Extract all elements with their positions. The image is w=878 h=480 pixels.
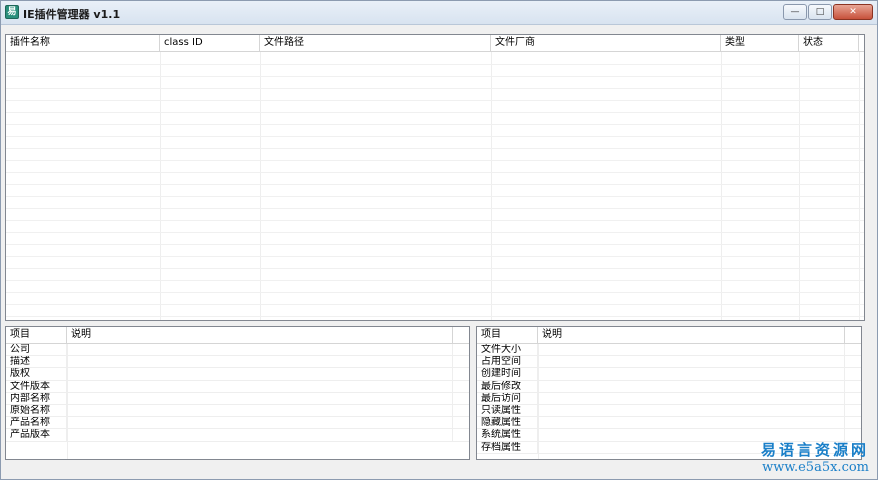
list-item[interactable]: 产品名称 bbox=[6, 417, 469, 430]
item-label: 内部名称 bbox=[6, 392, 67, 404]
column-header-type[interactable]: 类型 bbox=[721, 35, 799, 52]
item-value bbox=[67, 344, 453, 356]
item-label: 最后修改 bbox=[477, 380, 538, 392]
item-label: 只读属性 bbox=[477, 404, 538, 417]
item-label: 隐藏属性 bbox=[477, 417, 538, 429]
window-title: IE插件管理器 v1.1 bbox=[23, 8, 121, 21]
column-header-filler bbox=[453, 327, 469, 344]
item-value bbox=[538, 392, 845, 404]
minimize-button[interactable]: — bbox=[783, 4, 807, 20]
list-item[interactable]: 最后访问 bbox=[477, 392, 861, 405]
plugin-list[interactable]: 插件名称 class ID 文件路径 文件厂商 类型 状态 bbox=[5, 34, 865, 321]
item-label: 原始名称 bbox=[6, 404, 67, 417]
column-header-plugin-name[interactable]: 插件名称 bbox=[6, 35, 160, 52]
column-header-file-path[interactable]: 文件路径 bbox=[260, 35, 491, 52]
maximize-button[interactable]: □ bbox=[808, 4, 832, 20]
column-header-filler bbox=[845, 327, 861, 344]
item-label: 创建时间 bbox=[477, 368, 538, 380]
item-label: 文件版本 bbox=[6, 380, 67, 392]
file-info-list[interactable]: 项目 说明 公司 描述 版权 文件版本 内部名称 原始名称 产品名称 产品版本 bbox=[5, 326, 470, 460]
list-item[interactable]: 原始名称 bbox=[6, 404, 469, 418]
window-controls: — □ ✕ bbox=[782, 4, 873, 20]
watermark-url: www.e5a5x.com bbox=[762, 460, 869, 475]
plugin-list-header: 插件名称 class ID 文件路径 文件厂商 类型 状态 bbox=[6, 35, 864, 52]
list-item[interactable]: 隐藏属性 bbox=[477, 417, 861, 430]
item-value bbox=[67, 404, 453, 417]
list-item[interactable]: 文件大小 bbox=[477, 344, 861, 357]
column-header-item[interactable]: 项目 bbox=[6, 327, 67, 344]
item-label: 产品名称 bbox=[6, 417, 67, 429]
item-label: 产品版本 bbox=[6, 429, 67, 441]
close-button[interactable]: ✕ bbox=[833, 4, 873, 20]
list-item[interactable]: 产品版本 bbox=[6, 429, 469, 442]
item-label: 占用空间 bbox=[477, 356, 538, 368]
item-label: 文件大小 bbox=[477, 344, 538, 356]
column-header-status[interactable]: 状态 bbox=[799, 35, 859, 52]
item-value bbox=[67, 380, 453, 392]
app-icon: 易 bbox=[5, 5, 19, 19]
column-header-vendor[interactable]: 文件厂商 bbox=[491, 35, 721, 52]
list-item[interactable]: 只读属性 bbox=[477, 404, 861, 418]
item-value bbox=[538, 417, 845, 429]
item-value bbox=[67, 392, 453, 404]
main-window: 易 IE插件管理器 v1.1 — □ ✕ 插件名称 class ID 文件路径 … bbox=[0, 0, 878, 480]
item-label: 存档属性 bbox=[477, 441, 538, 453]
column-header-description[interactable]: 说明 bbox=[538, 327, 845, 344]
item-label: 版权 bbox=[6, 368, 67, 380]
item-value bbox=[538, 344, 845, 356]
file-info-rows: 公司 描述 版权 文件版本 内部名称 原始名称 产品名称 产品版本 bbox=[6, 344, 469, 459]
list-item[interactable]: 最后修改 bbox=[477, 380, 861, 393]
item-value bbox=[538, 380, 845, 392]
plugin-list-grid bbox=[6, 52, 864, 320]
item-label: 公司 bbox=[6, 344, 67, 356]
file-info-header: 项目 说明 bbox=[6, 327, 469, 344]
list-item[interactable]: 公司 bbox=[6, 344, 469, 357]
file-attr-header: 项目 说明 bbox=[477, 327, 861, 344]
status-bar bbox=[1, 463, 877, 479]
list-item[interactable]: 占用空间 bbox=[477, 356, 861, 369]
item-label: 最后访问 bbox=[477, 392, 538, 404]
watermark: 易语言资源网 www.e5a5x.com bbox=[761, 439, 869, 475]
column-header-class-id[interactable]: class ID bbox=[160, 35, 260, 52]
list-item[interactable]: 文件版本 bbox=[6, 380, 469, 393]
item-label: 系统属性 bbox=[477, 429, 538, 441]
watermark-title: 易语言资源网 bbox=[760, 441, 869, 459]
column-header-description[interactable]: 说明 bbox=[67, 327, 453, 344]
list-item[interactable]: 内部名称 bbox=[6, 392, 469, 405]
item-value bbox=[538, 368, 845, 380]
list-item[interactable]: 创建时间 bbox=[477, 368, 861, 381]
item-value bbox=[67, 417, 453, 429]
item-value bbox=[538, 356, 845, 368]
column-header-item[interactable]: 项目 bbox=[477, 327, 538, 344]
item-label: 描述 bbox=[6, 356, 67, 368]
item-value bbox=[67, 368, 453, 380]
item-value bbox=[67, 356, 453, 368]
item-value bbox=[67, 429, 453, 441]
item-value bbox=[538, 404, 845, 417]
list-item[interactable]: 描述 bbox=[6, 356, 469, 369]
title-bar[interactable]: 易 IE插件管理器 v1.1 — □ ✕ bbox=[1, 1, 877, 25]
list-item[interactable]: 版权 bbox=[6, 368, 469, 381]
